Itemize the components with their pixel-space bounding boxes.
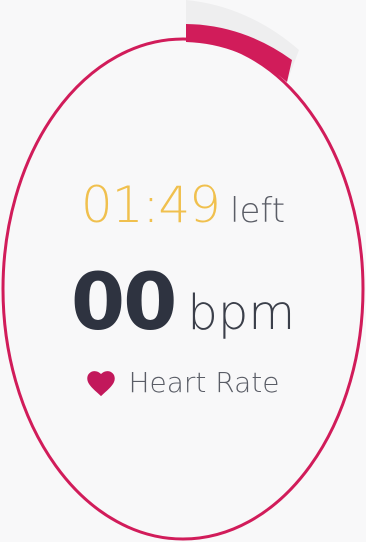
bpm-unit: bpm <box>187 285 296 341</box>
heart-icon <box>87 370 116 396</box>
heart-rate-screen: 01:49 left 00 bpm Heart Rate <box>0 0 366 542</box>
bpm-reading: 00 bpm <box>0 258 366 348</box>
time-remaining: 01:49 left <box>0 176 366 234</box>
measurement-label: Heart Rate <box>0 366 366 399</box>
bpm-value: 00 <box>70 258 178 348</box>
timer-suffix: left <box>230 191 286 231</box>
heart-rate-label: Heart Rate <box>128 366 280 399</box>
timer-value: 01:49 <box>80 176 221 234</box>
